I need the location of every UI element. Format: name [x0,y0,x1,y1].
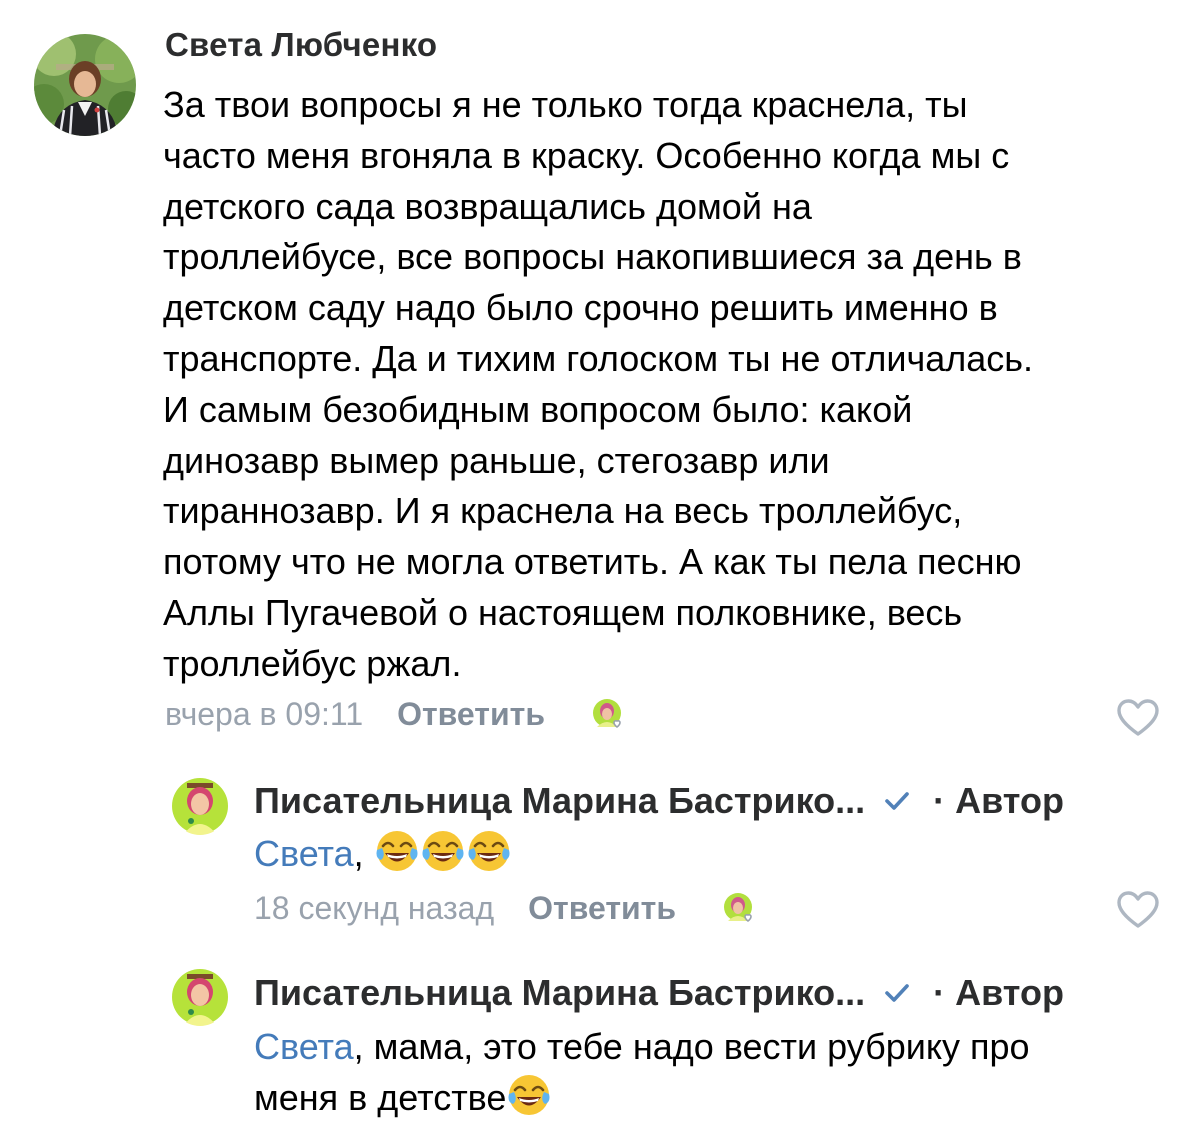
tears-of-joy-emoji-icon [422,831,464,871]
author-badge: · Автор [933,780,1064,821]
mention-link[interactable]: Света [254,833,354,874]
author-liked-icon [722,891,758,927]
comment-text-line: троллейбусе, все вопросы накопившиеся за… [163,236,1022,278]
reply-text: Света, мама, это тебе надо вести рубрику… [254,1022,1030,1123]
reply-text-segment: , мама, это тебе надо вести рубрику про [353,1026,1030,1067]
comment-text-line: детском саду надо было срочно решить име… [163,287,998,329]
author-badge: · Автор [933,972,1064,1013]
comment-text-line: И самым безобидным вопросом было: какой [163,388,913,430]
reply-meta: 18 секунд назад Ответить [254,890,758,927]
reply-text-segment: меня в детстве [254,1077,507,1118]
comment-text-line: детского сада возвращались домой на [163,185,812,227]
comment-text-line: часто меня вгоняла в краску. Особенно ко… [163,134,1010,176]
reply-header: Писательница Марина Бастрико... · Автор [254,780,1064,822]
reply-author-avatar[interactable] [171,968,229,1026]
commenter-avatar[interactable] [34,34,136,136]
comment-text-line: транспорте. Да и тихим голоском ты не от… [163,337,1034,379]
cartoon-writer-avatar-icon [171,777,229,835]
comment-text-line: За твои вопросы я не только тогда красне… [163,84,968,125]
reply-timestamp[interactable]: 18 секунд назад [254,890,494,927]
mention-link[interactable]: Света [254,1026,354,1067]
reply-author-name[interactable]: Писательница Марина Бастрико... [254,780,865,822]
verified-check-icon [885,792,909,810]
reply-text-segment: , [353,833,374,874]
tears-of-joy-emoji-icon [376,831,418,871]
user-photo-icon [34,34,136,136]
reply-author-avatar[interactable] [171,777,229,835]
cartoon-writer-avatar-icon [171,968,229,1026]
comment-text-line: тираннозавр. И я краснела на весь тролле… [163,490,963,532]
reply-button[interactable]: Ответить [528,890,676,927]
reply-button[interactable]: Ответить [397,696,545,733]
reply-text: Света, [254,828,512,879]
comment-text-line: динозавр вымер раньше, стегозавр или [163,439,830,481]
verified-check-icon [885,984,909,1002]
comment-text-line: троллейбус ржал. [163,642,462,684]
tears-of-joy-emoji-icon [468,831,510,871]
comment-timestamp[interactable]: вчера в 09:11 [165,696,363,733]
comment-text-line: Аллы Пугачевой о настоящем полковнике, в… [163,591,963,633]
comment-meta: вчера в 09:11 Ответить [165,696,627,733]
comment-text: За твои вопросы я не только тогда красне… [163,80,1173,690]
reply-header: Писательница Марина Бастрико... · Автор [254,972,1064,1014]
like-heart-icon[interactable] [1116,698,1160,738]
tears-of-joy-emoji-icon [508,1075,550,1115]
commenter-name[interactable]: Света Любченко [165,26,437,64]
author-liked-icon [591,697,627,733]
like-heart-icon[interactable] [1116,890,1160,930]
comment-text-line: потому что не могла ответить. А как ты п… [163,541,1022,583]
reply-author-name[interactable]: Писательница Марина Бастрико... [254,972,865,1014]
